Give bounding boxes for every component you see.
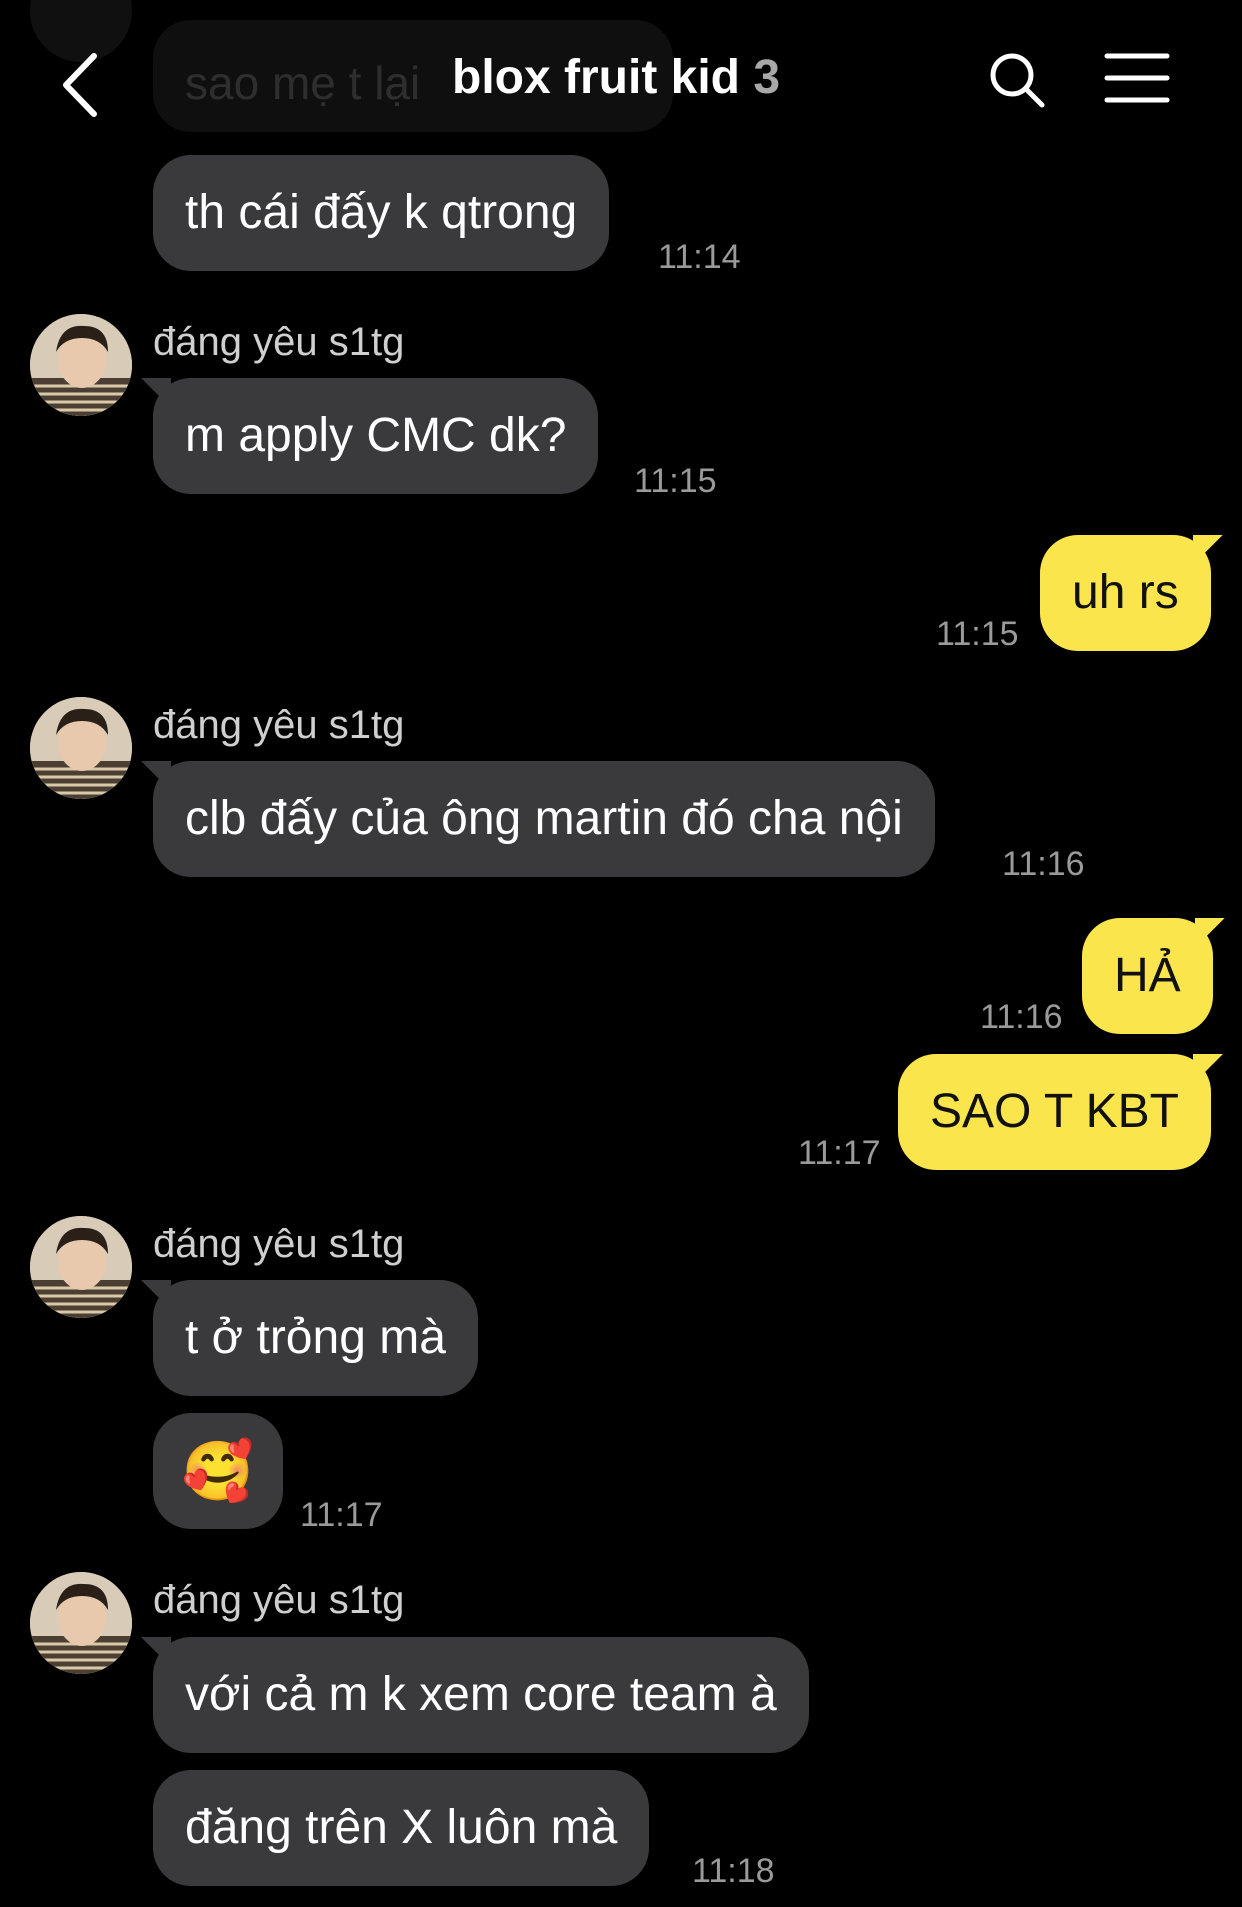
chat-header: blox fruit kid 3: [0, 0, 1242, 165]
message-bubble[interactable]: clb đấy của ông martin đó cha nội: [153, 761, 935, 877]
chevron-left-icon: [63, 53, 97, 117]
avatar[interactable]: [30, 1572, 132, 1674]
message-time: 11:16: [1002, 845, 1085, 883]
message-bubble[interactable]: uh rs: [1040, 535, 1211, 651]
message-bubble[interactable]: th cái đấy k qtrong: [153, 155, 610, 271]
message-time: 11:18: [692, 1852, 775, 1890]
avatar-image: [30, 1216, 132, 1318]
message-time: 11:14: [658, 238, 741, 276]
message-bubble[interactable]: m apply CMC dk?: [153, 378, 599, 494]
sender-name: đáng yêu s1tg: [153, 1222, 405, 1266]
search-icon: [990, 53, 1045, 108]
sender-name: đáng yêu s1tg: [153, 703, 405, 747]
avatar[interactable]: [30, 314, 132, 416]
message-time: 11:16: [980, 998, 1063, 1036]
avatar-image: [30, 314, 132, 416]
avatar-image: [30, 1572, 132, 1674]
search-button[interactable]: [987, 50, 1047, 110]
message-bubble[interactable]: đăng trên X luôn mà: [153, 1770, 650, 1886]
avatar[interactable]: [30, 697, 132, 799]
message-bubble[interactable]: t ở trỏng mà: [153, 1280, 478, 1396]
sender-name: đáng yêu s1tg: [153, 320, 405, 364]
member-count: 3: [753, 51, 781, 104]
message-time: 11:17: [300, 1496, 383, 1534]
back-button[interactable]: [58, 50, 108, 120]
message-time: 11:17: [798, 1134, 881, 1172]
message-bubble[interactable]: HẢ: [1082, 918, 1213, 1034]
menu-button[interactable]: [1104, 52, 1170, 104]
sender-name: đáng yêu s1tg: [153, 1578, 405, 1622]
avatar[interactable]: [30, 1216, 132, 1318]
chat-title: blox fruit kid 3: [452, 50, 780, 105]
emoji-message-bubble[interactable]: 🥰: [153, 1413, 283, 1529]
message-time: 11:15: [936, 615, 1019, 653]
avatar-image: [30, 697, 132, 799]
message-bubble[interactable]: SAO T KBT: [898, 1054, 1211, 1170]
hamburger-menu-icon: [1104, 53, 1170, 103]
message-bubble[interactable]: với cả m k xem core team à: [153, 1637, 809, 1753]
smiling-face-with-hearts-emoji: 🥰: [181, 1437, 255, 1505]
message-time: 11:15: [634, 462, 717, 500]
chat-title-text: blox fruit kid: [452, 51, 740, 104]
